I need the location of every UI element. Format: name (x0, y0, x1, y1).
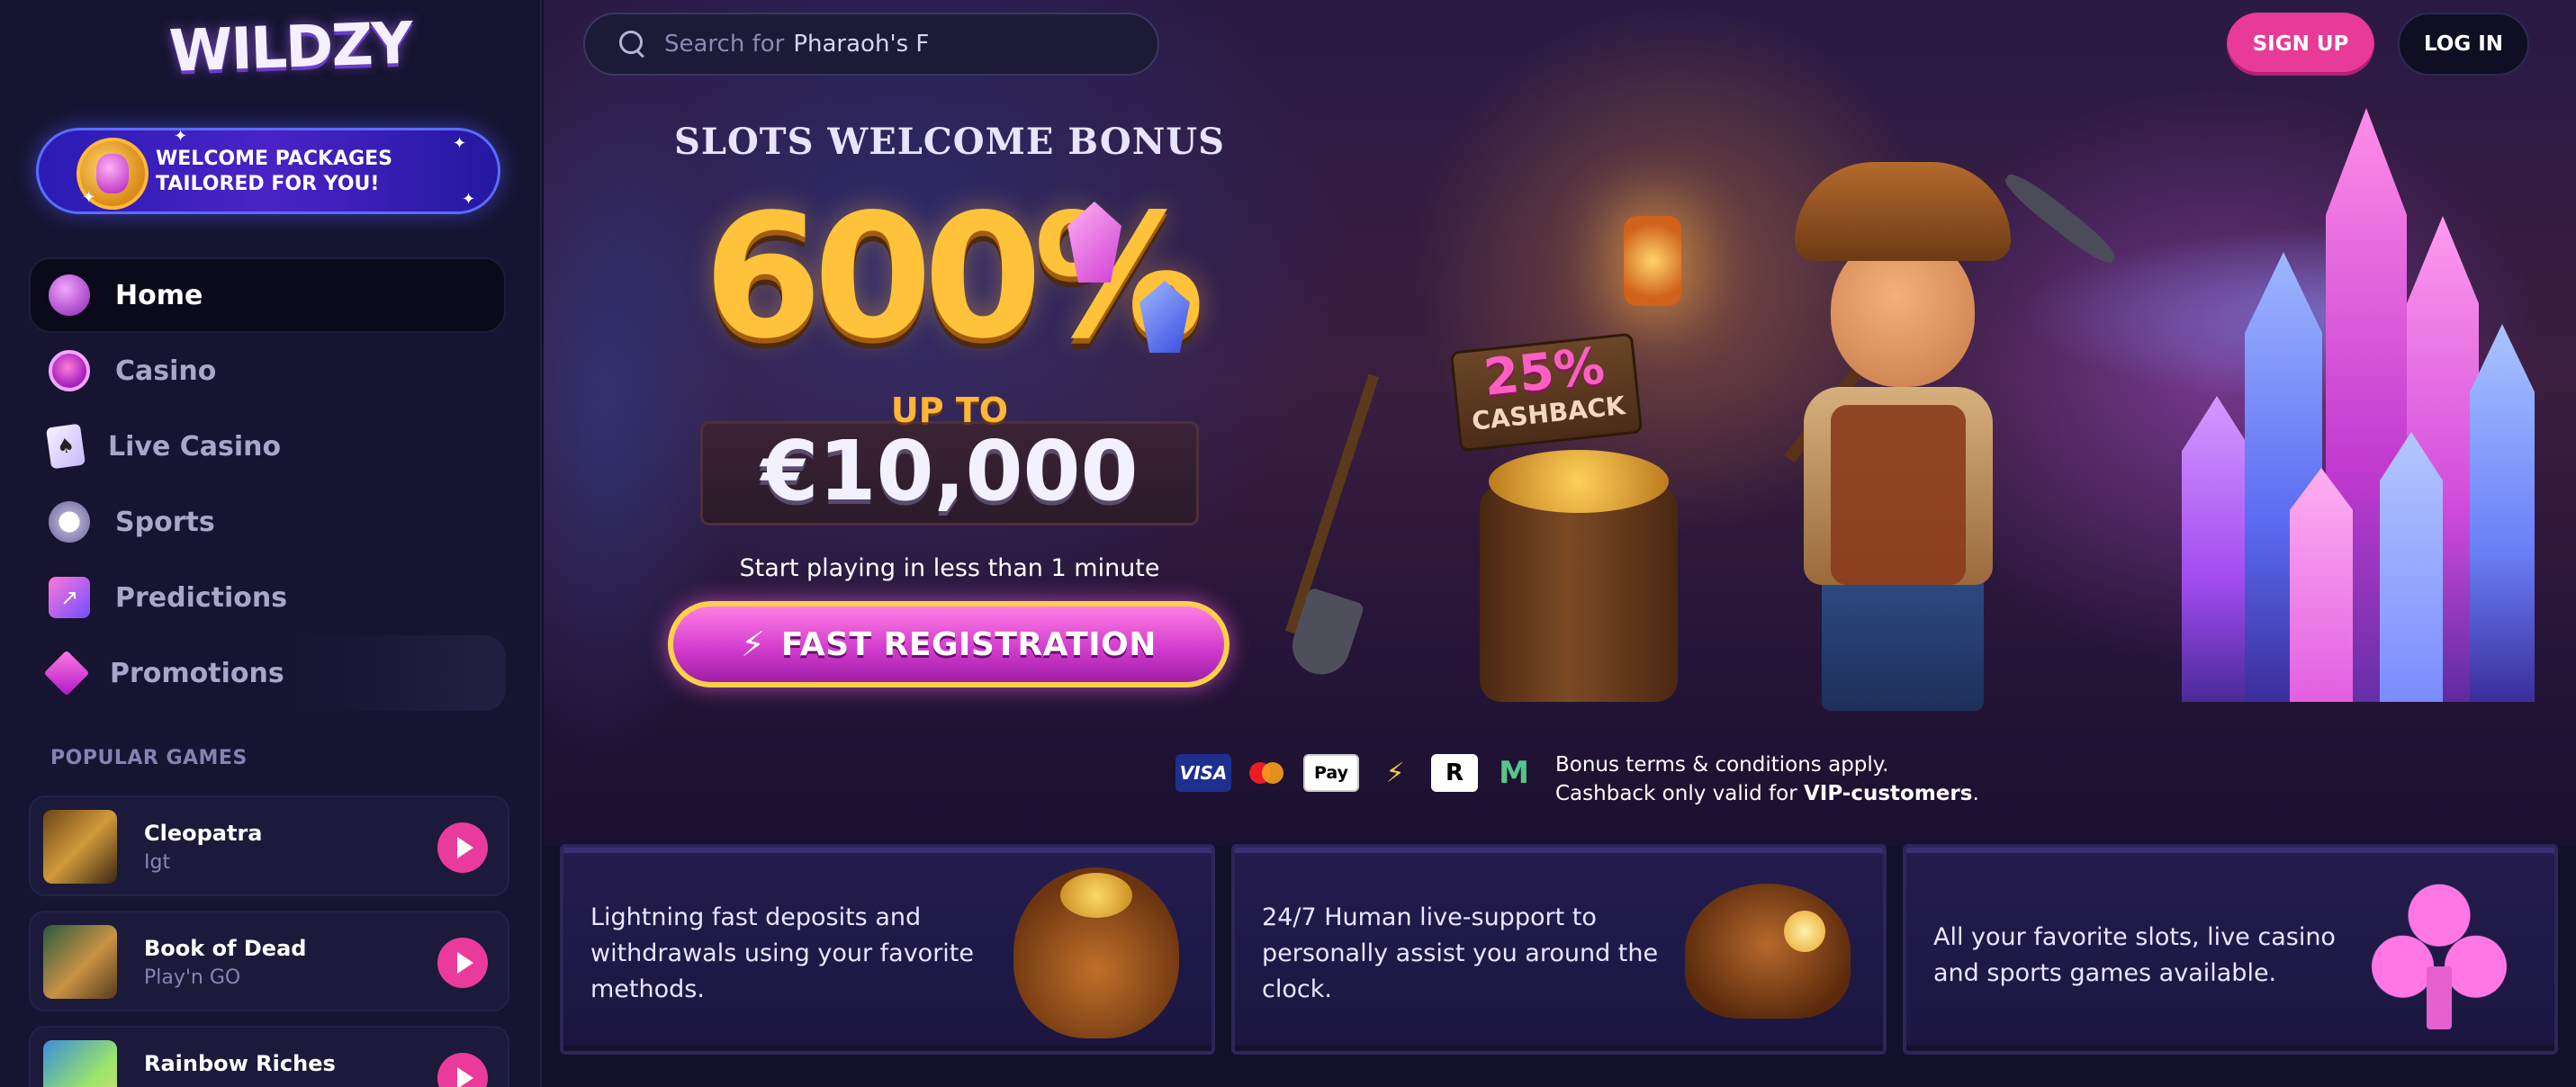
play-icon (457, 952, 473, 974)
lantern-icon (1624, 216, 1681, 306)
gold-barrel-illustration (1480, 450, 1678, 702)
lightning-bolt-icon: ⚡ (741, 624, 765, 664)
r-payment-icon: R (1431, 754, 1478, 792)
terms-line-1: Bonus terms & conditions apply. (1555, 753, 1889, 777)
game-name: Book of Dead (144, 936, 307, 961)
nav-label: Promotions (110, 657, 284, 689)
log-in-button[interactable]: LOG IN (2398, 13, 2529, 76)
main-nav: Home Casino ♠ Live Casino Sports ↗ Predi… (29, 257, 506, 711)
crystal-cluster-illustration (2146, 90, 2542, 702)
cowboy-hat-icon (1685, 884, 1851, 1019)
welcome-banner-text: WELCOME PACKAGES TAILORED FOR YOU! (156, 148, 393, 195)
start-playing-text: Start playing in less than 1 minute (739, 554, 1160, 582)
game-item-cleopatra[interactable]: Cleopatra Igt (29, 795, 509, 896)
nav-label: Home (115, 279, 203, 311)
m-payment-icon: M (1499, 755, 1529, 791)
terms-line-2-suffix: . (1972, 782, 1979, 805)
fast-registration-label: FAST REGISTRATION (780, 625, 1157, 663)
casino-chip-icon (49, 350, 90, 391)
play-button[interactable] (437, 938, 488, 988)
sign-up-button[interactable]: SIGN UP (2227, 13, 2374, 76)
nav-label: Predictions (115, 581, 288, 614)
game-provider: Igt (144, 851, 171, 874)
cashback-sign: 25% CASHBACK (1449, 332, 1644, 453)
play-icon (457, 837, 473, 858)
popular-games-list: Cleopatra Igt Book of Dead Play'n GO Rai… (29, 795, 509, 1087)
visa-icon: VISA (1175, 754, 1231, 792)
vip-customers-text: VIP-customers (1803, 782, 1973, 805)
popular-games-title: POPULAR GAMES (50, 747, 248, 769)
game-thumbnail[interactable] (43, 1040, 117, 1087)
game-thumbnail[interactable] (43, 810, 117, 884)
nav-label: Live Casino (108, 430, 282, 463)
play-button[interactable] (437, 822, 488, 873)
game-provider: Play'n GO (144, 966, 241, 989)
search-placeholder-prefix: Search for (664, 31, 785, 58)
game-item-book-of-dead[interactable]: Book of Dead Play'n GO (29, 911, 509, 1011)
sparkle-icon: ✦ (462, 190, 476, 209)
diamond-icon (43, 650, 90, 696)
game-thumbnail[interactable] (43, 925, 117, 999)
home-icon (49, 274, 90, 316)
payment-methods: VISA Pay ⚡ R M (1175, 754, 1537, 792)
nav-item-live-casino[interactable]: ♠ Live Casino (29, 409, 506, 484)
game-name: Cleopatra (144, 821, 263, 846)
chart-trend-icon: ↗ (49, 577, 90, 618)
bonus-amount: €10,000 (761, 423, 1139, 519)
feature-text: All your favorite slots, live casino and… (1933, 923, 2336, 987)
search-input[interactable]: Search for Pharaoh's F (583, 13, 1159, 76)
wildzy-logo[interactable]: WILDZY (168, 11, 412, 86)
sparkle-icon: ✦ (453, 134, 467, 153)
nav-item-sports[interactable]: Sports (29, 484, 506, 560)
lightning-payment-icon: ⚡ (1385, 757, 1405, 789)
play-button[interactable] (437, 1053, 488, 1087)
feature-cards: Lightning fast deposits and withdrawals … (560, 844, 2560, 1055)
miner-character-illustration (1696, 153, 2121, 720)
feature-card-deposits: Lightning fast deposits and withdrawals … (560, 844, 1215, 1055)
game-name: Rainbow Riches (144, 1051, 336, 1076)
search-value: Pharaoh's F (793, 31, 930, 58)
game-item-rainbow-riches[interactable]: Rainbow Riches (29, 1026, 509, 1087)
apple-pay-label: Pay (1313, 763, 1349, 783)
welcome-packages-banner[interactable]: WELCOME PACKAGES TAILORED FOR YOU! ✦ ✦ ✦… (36, 127, 500, 214)
feature-card-games: All your favorite slots, live casino and… (1903, 844, 2558, 1055)
mastercard-icon (1244, 754, 1291, 792)
play-icon (457, 1067, 473, 1087)
nav-label: Casino (115, 355, 217, 387)
feature-text: 24/7 Human live-support to personally as… (1262, 903, 1659, 1003)
money-bag-icon (1013, 867, 1179, 1038)
feature-text: Lightning fast deposits and withdrawals … (590, 903, 975, 1003)
nav-label: Sports (115, 506, 215, 538)
sparkle-icon: ✦ (82, 188, 96, 207)
playing-cards-icon: ♠ (45, 423, 86, 470)
nav-item-predictions[interactable]: ↗ Predictions (29, 560, 506, 635)
nav-item-casino[interactable]: Casino (29, 333, 506, 409)
terms-line-2-prefix: Cashback only valid for (1555, 782, 1797, 805)
club-suit-icon (2356, 867, 2522, 1038)
bonus-percent: 600% (703, 177, 1205, 376)
sidebar: WILDZY WELCOME PACKAGES TAILORED FOR YOU… (0, 0, 542, 1087)
nav-item-home[interactable]: Home (29, 257, 506, 333)
soccer-ball-icon (49, 501, 90, 543)
bonus-terms: Bonus terms & conditions apply. Cashback… (1555, 750, 2023, 808)
feature-card-support: 24/7 Human live-support to personally as… (1231, 844, 1887, 1055)
apple-pay-icon: Pay (1303, 754, 1359, 792)
fast-registration-button[interactable]: ⚡ FAST REGISTRATION (668, 601, 1229, 687)
bonus-title: SLOTS WELCOME BONUS (673, 121, 1226, 163)
sparkle-icon: ✦ (174, 127, 188, 146)
nav-item-promotions[interactable]: Promotions (29, 635, 506, 711)
terms-line-2: Cashback only valid for VIP-customers. (1555, 779, 2023, 808)
search-icon (619, 31, 646, 58)
